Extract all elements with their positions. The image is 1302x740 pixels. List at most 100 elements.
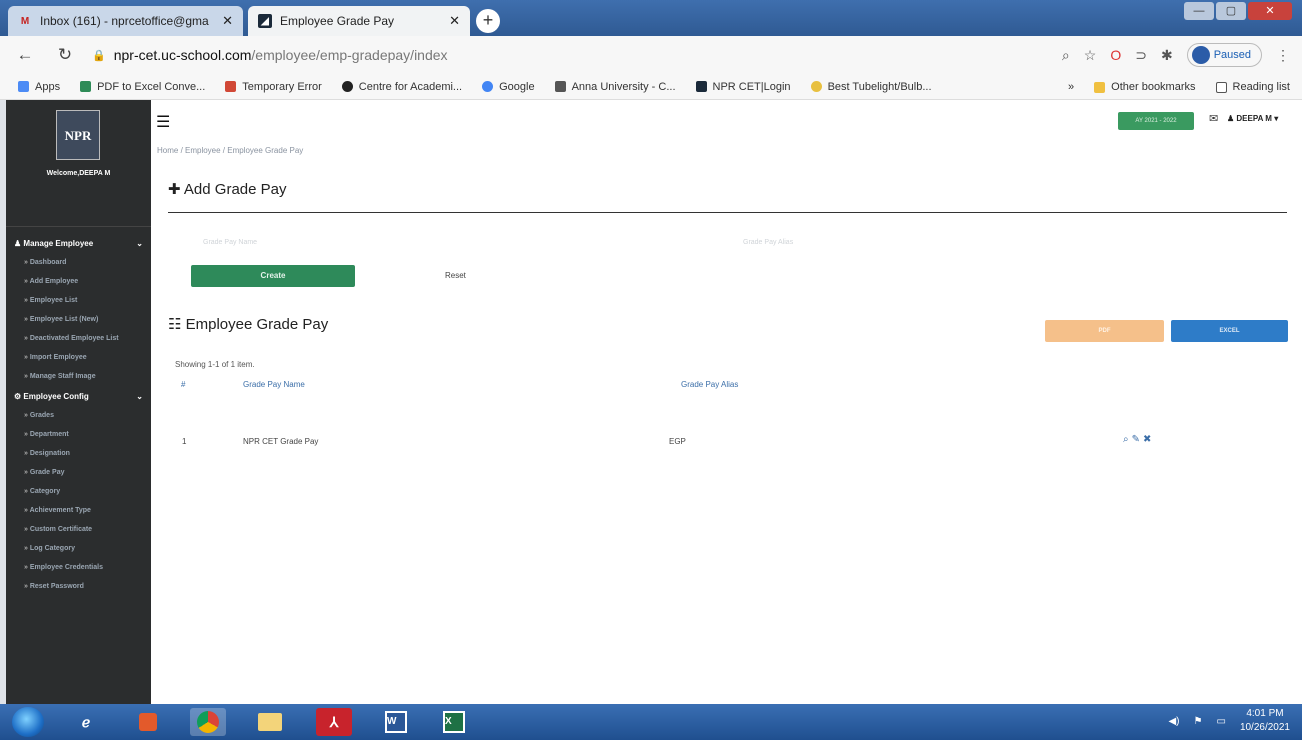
puzzle-icon[interactable]: ✱ bbox=[1161, 47, 1173, 64]
bookmark-temporary-error[interactable]: Temporary Error bbox=[225, 81, 322, 93]
url-host: npr-cet.uc-school.com bbox=[113, 47, 252, 63]
word-icon[interactable]: W bbox=[378, 708, 414, 736]
bookmark-anna-university[interactable]: Anna University - C... bbox=[554, 81, 676, 93]
sidebar-item-dashboard[interactable]: Dashboard bbox=[6, 253, 151, 272]
sidebar-group-employee-config[interactable]: ⚙ Employee Config ⌄ bbox=[6, 386, 151, 406]
lock-icon: 🔒 bbox=[92, 49, 106, 62]
address-bar[interactable]: 🔒 npr-cet.uc-school.com/employee/emp-gra… bbox=[92, 47, 1062, 63]
minimize-button[interactable]: — bbox=[1184, 2, 1214, 20]
other-bookmarks[interactable]: Other bookmarks bbox=[1094, 81, 1196, 93]
globe-icon bbox=[341, 81, 353, 92]
sidebar-item-grades[interactable]: Grades bbox=[6, 406, 151, 425]
bookmark-google[interactable]: Google bbox=[482, 81, 535, 93]
site-icon bbox=[695, 81, 707, 92]
sidebar-item-achievement-type[interactable]: Achievement Type bbox=[6, 501, 151, 520]
close-window-button[interactable]: ✕ bbox=[1248, 2, 1292, 20]
sidebar-item-deactivated-list[interactable]: Deactivated Employee List bbox=[6, 329, 151, 348]
grade-pay-alias-field[interactable]: Grade Pay Alias bbox=[743, 239, 793, 246]
sidebar-item-log-category[interactable]: Log Category bbox=[6, 539, 151, 558]
pdf-export-button[interactable]: PDF bbox=[1045, 320, 1164, 342]
notification-icon[interactable]: ✉ bbox=[1209, 112, 1221, 126]
sidebar-item-department[interactable]: Department bbox=[6, 425, 151, 444]
user-name: DEEPA M bbox=[1236, 114, 1272, 123]
sidebar-item-designation[interactable]: Designation bbox=[6, 444, 151, 463]
excel-export-button[interactable]: EXCEL bbox=[1171, 320, 1288, 342]
create-button[interactable]: Create bbox=[191, 265, 355, 287]
zoom-icon[interactable]: ⌕ bbox=[1062, 47, 1070, 64]
sidebar: NPR Welcome,DEEPA M ♟ Manage Employee ⌄ D… bbox=[6, 100, 151, 704]
sidebar-item-reset-password[interactable]: Reset Password bbox=[6, 577, 151, 596]
bookmark-label: Best Tubelight/Bulb... bbox=[827, 80, 932, 93]
sidebar-item-grade-pay[interactable]: Grade Pay bbox=[6, 463, 151, 482]
bookmark-pdf-to-excel[interactable]: PDF to Excel Conve... bbox=[80, 81, 205, 93]
browser-tab-strip: M Inbox (161) - nprcetoffice@gma ✕ ◢ Emp… bbox=[0, 0, 1302, 36]
tab-inbox[interactable]: M Inbox (161) - nprcetoffice@gma ✕ bbox=[8, 6, 243, 36]
window-controls: — ▢ ✕ bbox=[1184, 2, 1292, 20]
reading-list-icon bbox=[1215, 81, 1227, 93]
start-button[interactable] bbox=[12, 707, 44, 737]
bookmark-apps[interactable]: Apps bbox=[18, 81, 60, 93]
sidebar-item-custom-certificate[interactable]: Custom Certificate bbox=[6, 520, 151, 539]
bookmark-label: Centre for Academi... bbox=[358, 80, 463, 93]
column-header-grade-pay-alias[interactable]: Grade Pay Alias bbox=[681, 380, 738, 389]
network-icon[interactable]: ▭ bbox=[1216, 716, 1225, 727]
bookmark-centre-academic[interactable]: Centre for Academi... bbox=[341, 80, 463, 93]
volume-icon[interactable]: ◀) bbox=[1168, 716, 1179, 727]
extension-icon[interactable]: ⊃ bbox=[1135, 47, 1147, 64]
media-player-icon[interactable] bbox=[130, 708, 166, 736]
close-tab-icon[interactable]: ✕ bbox=[449, 13, 460, 29]
user-menu[interactable]: ♟ DEEPA M ▾ bbox=[1227, 114, 1278, 123]
menu-toggle-icon[interactable]: ☰ bbox=[156, 112, 170, 132]
sidebar-item-employee-credentials[interactable]: Employee Credentials bbox=[6, 558, 151, 577]
profile-paused-button[interactable]: Paused bbox=[1186, 43, 1262, 67]
excel-icon[interactable]: X bbox=[436, 708, 472, 736]
sidebar-item-category[interactable]: Category bbox=[6, 482, 151, 501]
bookmarks-overflow-icon[interactable]: » bbox=[1068, 81, 1074, 93]
close-tab-icon[interactable]: ✕ bbox=[222, 13, 233, 29]
delete-icon[interactable]: ✖ bbox=[1143, 434, 1151, 445]
list-icon: ☷ bbox=[168, 316, 182, 333]
row-grade-pay-alias: EGP bbox=[669, 437, 686, 446]
sidebar-item-manage-staff-image[interactable]: Manage Staff Image bbox=[6, 367, 151, 386]
grade-pay-name-field[interactable]: Grade Pay Name bbox=[203, 239, 257, 246]
main-content: ☰ Home / Employee / Employee Grade Pay A… bbox=[151, 100, 1302, 704]
bookmark-tubelight[interactable]: Best Tubelight/Bulb... bbox=[810, 80, 932, 93]
npr-logo: NPR bbox=[56, 110, 100, 160]
reset-button[interactable]: Reset bbox=[445, 271, 466, 280]
opera-icon[interactable]: O bbox=[1110, 47, 1121, 63]
tab-employee-grade-pay[interactable]: ◢ Employee Grade Pay ✕ bbox=[248, 6, 470, 36]
bookmarks-bar: Apps PDF to Excel Conve... Temporary Err… bbox=[0, 74, 1302, 100]
user-icon: ♟ bbox=[14, 238, 22, 248]
edit-icon[interactable]: ✎ bbox=[1132, 434, 1140, 445]
column-header-grade-pay-name[interactable]: Grade Pay Name bbox=[243, 380, 305, 389]
sidebar-item-employee-list[interactable]: Employee List bbox=[6, 291, 151, 310]
bookmark-npr-login[interactable]: NPR CET|Login bbox=[695, 81, 791, 93]
view-icon[interactable]: ⌕ bbox=[1123, 434, 1129, 445]
star-icon[interactable]: ☆ bbox=[1084, 47, 1097, 64]
back-icon[interactable]: ← bbox=[12, 45, 38, 65]
sidebar-group-manage-employee[interactable]: ♟ Manage Employee ⌄ bbox=[6, 233, 151, 253]
academic-year-badge[interactable]: AY 2021 - 2022 bbox=[1118, 112, 1194, 130]
reload-icon[interactable]: ↻ bbox=[52, 45, 78, 65]
employee-grade-pay-title: ☷ Employee Grade Pay bbox=[168, 315, 328, 333]
flag-icon[interactable]: ⚑ bbox=[1194, 716, 1203, 727]
reading-list[interactable]: Reading list bbox=[1215, 81, 1290, 93]
table-summary: Showing 1-1 of 1 item. bbox=[175, 360, 255, 369]
breadcrumb: Home / Employee / Employee Grade Pay bbox=[157, 146, 304, 155]
section-divider bbox=[168, 212, 1287, 213]
clock[interactable]: 4:01 PM 10/26/2021 bbox=[1240, 707, 1290, 735]
sidebar-item-employee-list-new[interactable]: Employee List (New) bbox=[6, 310, 151, 329]
add-grade-pay-title: ✚ Add Grade Pay bbox=[168, 180, 286, 198]
menu-icon[interactable]: ⋮ bbox=[1276, 47, 1290, 64]
explorer-folder-icon[interactable] bbox=[252, 708, 288, 736]
ie-icon[interactable]: ℯ bbox=[68, 708, 104, 736]
chevron-down-icon: ⌄ bbox=[136, 391, 143, 401]
sidebar-item-import-employee[interactable]: Import Employee bbox=[6, 348, 151, 367]
maximize-button[interactable]: ▢ bbox=[1216, 2, 1246, 20]
bookmark-label: Reading list bbox=[1232, 81, 1290, 93]
acrobat-icon[interactable]: ⅄ bbox=[316, 708, 352, 736]
chrome-icon[interactable] bbox=[190, 708, 226, 736]
sidebar-item-add-employee[interactable]: Add Employee bbox=[6, 272, 151, 291]
tab-title: Employee Grade Pay bbox=[280, 14, 395, 28]
new-tab-button[interactable]: + bbox=[476, 9, 500, 33]
